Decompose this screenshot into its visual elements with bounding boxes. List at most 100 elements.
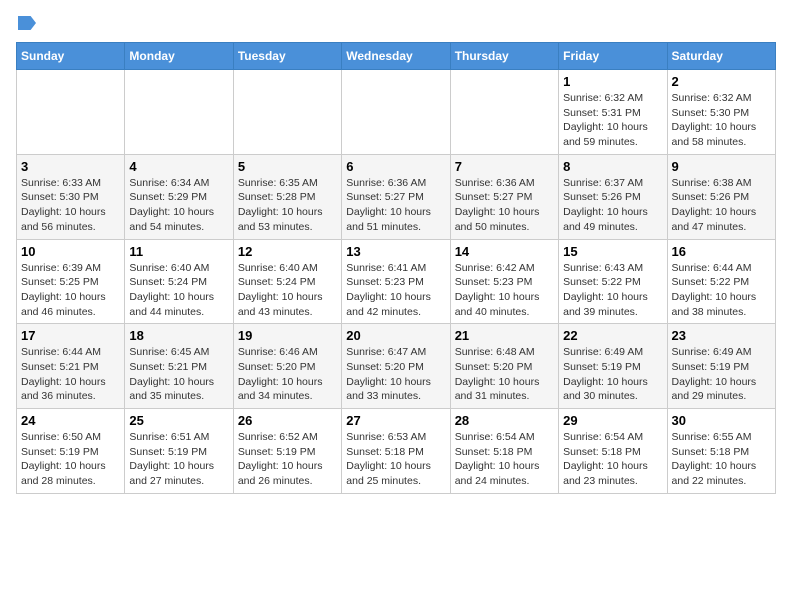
calendar-cell: 25 Sunrise: 6:51 AM Sunset: 5:19 PM Dayli… bbox=[125, 409, 233, 494]
day-number: 30 bbox=[672, 413, 771, 428]
day-info: Sunrise: 6:32 AM Sunset: 5:31 PM Dayligh… bbox=[563, 91, 662, 150]
day-info: Sunrise: 6:54 AM Sunset: 5:18 PM Dayligh… bbox=[455, 430, 554, 489]
day-number: 18 bbox=[129, 328, 228, 343]
calendar-cell: 14 Sunrise: 6:42 AM Sunset: 5:23 PM Dayli… bbox=[450, 239, 558, 324]
calendar-week-row: 10 Sunrise: 6:39 AM Sunset: 5:25 PM Dayli… bbox=[17, 239, 776, 324]
calendar-header-tuesday: Tuesday bbox=[233, 43, 341, 70]
calendar-cell: 11 Sunrise: 6:40 AM Sunset: 5:24 PM Dayli… bbox=[125, 239, 233, 324]
page-header bbox=[16, 16, 776, 30]
calendar-cell: 19 Sunrise: 6:46 AM Sunset: 5:20 PM Dayli… bbox=[233, 324, 341, 409]
calendar-header-saturday: Saturday bbox=[667, 43, 775, 70]
calendar-header-thursday: Thursday bbox=[450, 43, 558, 70]
calendar-cell: 1 Sunrise: 6:32 AM Sunset: 5:31 PM Daylig… bbox=[559, 70, 667, 155]
day-info: Sunrise: 6:55 AM Sunset: 5:18 PM Dayligh… bbox=[672, 430, 771, 489]
calendar-header-row: SundayMondayTuesdayWednesdayThursdayFrid… bbox=[17, 43, 776, 70]
day-info: Sunrise: 6:53 AM Sunset: 5:18 PM Dayligh… bbox=[346, 430, 445, 489]
day-number: 13 bbox=[346, 244, 445, 259]
logo bbox=[16, 16, 36, 30]
day-number: 19 bbox=[238, 328, 337, 343]
day-number: 15 bbox=[563, 244, 662, 259]
calendar-header-monday: Monday bbox=[125, 43, 233, 70]
calendar-week-row: 24 Sunrise: 6:50 AM Sunset: 5:19 PM Dayli… bbox=[17, 409, 776, 494]
calendar-header-friday: Friday bbox=[559, 43, 667, 70]
calendar-week-row: 3Sunrise: 6:33 AM Sunset: 5:30 PM Daylig… bbox=[17, 154, 776, 239]
calendar-cell bbox=[342, 70, 450, 155]
calendar-cell: 29 Sunrise: 6:54 AM Sunset: 5:18 PM Dayli… bbox=[559, 409, 667, 494]
day-number: 14 bbox=[455, 244, 554, 259]
day-info: Sunrise: 6:51 AM Sunset: 5:19 PM Dayligh… bbox=[129, 430, 228, 489]
calendar-cell: 26 Sunrise: 6:52 AM Sunset: 5:19 PM Dayli… bbox=[233, 409, 341, 494]
day-info: Sunrise: 6:41 AM Sunset: 5:23 PM Dayligh… bbox=[346, 261, 445, 320]
day-number: 21 bbox=[455, 328, 554, 343]
day-info: Sunrise: 6:46 AM Sunset: 5:20 PM Dayligh… bbox=[238, 345, 337, 404]
day-info: Sunrise: 6:32 AM Sunset: 5:30 PM Dayligh… bbox=[672, 91, 771, 150]
calendar-cell: 20 Sunrise: 6:47 AM Sunset: 5:20 PM Dayli… bbox=[342, 324, 450, 409]
calendar-cell: 16 Sunrise: 6:44 AM Sunset: 5:22 PM Dayli… bbox=[667, 239, 775, 324]
day-info: Sunrise: 6:39 AM Sunset: 5:25 PM Dayligh… bbox=[21, 261, 120, 320]
calendar-cell: 6 Sunrise: 6:36 AM Sunset: 5:27 PM Daylig… bbox=[342, 154, 450, 239]
day-number: 9 bbox=[672, 159, 771, 174]
day-info: Sunrise: 6:36 AM Sunset: 5:27 PM Dayligh… bbox=[455, 176, 554, 235]
day-number: 24 bbox=[21, 413, 120, 428]
calendar-week-row: 17 Sunrise: 6:44 AM Sunset: 5:21 PM Dayli… bbox=[17, 324, 776, 409]
logo-icon bbox=[18, 16, 36, 30]
day-number: 29 bbox=[563, 413, 662, 428]
day-number: 6 bbox=[346, 159, 445, 174]
calendar-header-sunday: Sunday bbox=[17, 43, 125, 70]
day-number: 1 bbox=[563, 74, 662, 89]
day-info: Sunrise: 6:35 AM Sunset: 5:28 PM Dayligh… bbox=[238, 176, 337, 235]
calendar-cell bbox=[125, 70, 233, 155]
day-number: 11 bbox=[129, 244, 228, 259]
calendar-cell: 13 Sunrise: 6:41 AM Sunset: 5:23 PM Dayli… bbox=[342, 239, 450, 324]
day-info: Sunrise: 6:54 AM Sunset: 5:18 PM Dayligh… bbox=[563, 430, 662, 489]
calendar-header-wednesday: Wednesday bbox=[342, 43, 450, 70]
day-number: 26 bbox=[238, 413, 337, 428]
day-info: Sunrise: 6:33 AM Sunset: 5:30 PM Dayligh… bbox=[21, 176, 120, 235]
day-number: 20 bbox=[346, 328, 445, 343]
day-info: Sunrise: 6:40 AM Sunset: 5:24 PM Dayligh… bbox=[129, 261, 228, 320]
day-number: 25 bbox=[129, 413, 228, 428]
day-number: 8 bbox=[563, 159, 662, 174]
calendar-cell: 27 Sunrise: 6:53 AM Sunset: 5:18 PM Dayli… bbox=[342, 409, 450, 494]
calendar-cell: 7 Sunrise: 6:36 AM Sunset: 5:27 PM Daylig… bbox=[450, 154, 558, 239]
day-number: 23 bbox=[672, 328, 771, 343]
calendar-cell: 4Sunrise: 6:34 AM Sunset: 5:29 PM Daylig… bbox=[125, 154, 233, 239]
day-number: 22 bbox=[563, 328, 662, 343]
day-info: Sunrise: 6:45 AM Sunset: 5:21 PM Dayligh… bbox=[129, 345, 228, 404]
day-info: Sunrise: 6:37 AM Sunset: 5:26 PM Dayligh… bbox=[563, 176, 662, 235]
day-number: 7 bbox=[455, 159, 554, 174]
calendar-cell: 28Sunrise: 6:54 AM Sunset: 5:18 PM Dayli… bbox=[450, 409, 558, 494]
day-number: 16 bbox=[672, 244, 771, 259]
day-number: 27 bbox=[346, 413, 445, 428]
day-number: 17 bbox=[21, 328, 120, 343]
day-info: Sunrise: 6:38 AM Sunset: 5:26 PM Dayligh… bbox=[672, 176, 771, 235]
calendar-cell: 22 Sunrise: 6:49 AM Sunset: 5:19 PM Dayli… bbox=[559, 324, 667, 409]
calendar-cell bbox=[17, 70, 125, 155]
day-info: Sunrise: 6:49 AM Sunset: 5:19 PM Dayligh… bbox=[563, 345, 662, 404]
day-info: Sunrise: 6:47 AM Sunset: 5:20 PM Dayligh… bbox=[346, 345, 445, 404]
calendar-cell: 30 Sunrise: 6:55 AM Sunset: 5:18 PM Dayli… bbox=[667, 409, 775, 494]
calendar-cell: 15 Sunrise: 6:43 AM Sunset: 5:22 PM Dayli… bbox=[559, 239, 667, 324]
day-info: Sunrise: 6:48 AM Sunset: 5:20 PM Dayligh… bbox=[455, 345, 554, 404]
day-info: Sunrise: 6:42 AM Sunset: 5:23 PM Dayligh… bbox=[455, 261, 554, 320]
calendar-cell bbox=[233, 70, 341, 155]
day-info: Sunrise: 6:44 AM Sunset: 5:21 PM Dayligh… bbox=[21, 345, 120, 404]
calendar-cell: 21 Sunrise: 6:48 AM Sunset: 5:20 PM Dayli… bbox=[450, 324, 558, 409]
day-info: Sunrise: 6:52 AM Sunset: 5:19 PM Dayligh… bbox=[238, 430, 337, 489]
day-info: Sunrise: 6:50 AM Sunset: 5:19 PM Dayligh… bbox=[21, 430, 120, 489]
day-info: Sunrise: 6:36 AM Sunset: 5:27 PM Dayligh… bbox=[346, 176, 445, 235]
calendar-cell: 2 Sunrise: 6:32 AM Sunset: 5:30 PM Daylig… bbox=[667, 70, 775, 155]
day-number: 2 bbox=[672, 74, 771, 89]
calendar-cell: 12Sunrise: 6:40 AM Sunset: 5:24 PM Dayli… bbox=[233, 239, 341, 324]
day-number: 5 bbox=[238, 159, 337, 174]
calendar-cell: 5 Sunrise: 6:35 AM Sunset: 5:28 PM Daylig… bbox=[233, 154, 341, 239]
calendar-cell: 8 Sunrise: 6:37 AM Sunset: 5:26 PM Daylig… bbox=[559, 154, 667, 239]
day-info: Sunrise: 6:44 AM Sunset: 5:22 PM Dayligh… bbox=[672, 261, 771, 320]
calendar-cell: 3Sunrise: 6:33 AM Sunset: 5:30 PM Daylig… bbox=[17, 154, 125, 239]
day-number: 10 bbox=[21, 244, 120, 259]
day-number: 12 bbox=[238, 244, 337, 259]
calendar-cell: 18 Sunrise: 6:45 AM Sunset: 5:21 PM Dayli… bbox=[125, 324, 233, 409]
day-info: Sunrise: 6:34 AM Sunset: 5:29 PM Dayligh… bbox=[129, 176, 228, 235]
day-info: Sunrise: 6:43 AM Sunset: 5:22 PM Dayligh… bbox=[563, 261, 662, 320]
day-info: Sunrise: 6:49 AM Sunset: 5:19 PM Dayligh… bbox=[672, 345, 771, 404]
